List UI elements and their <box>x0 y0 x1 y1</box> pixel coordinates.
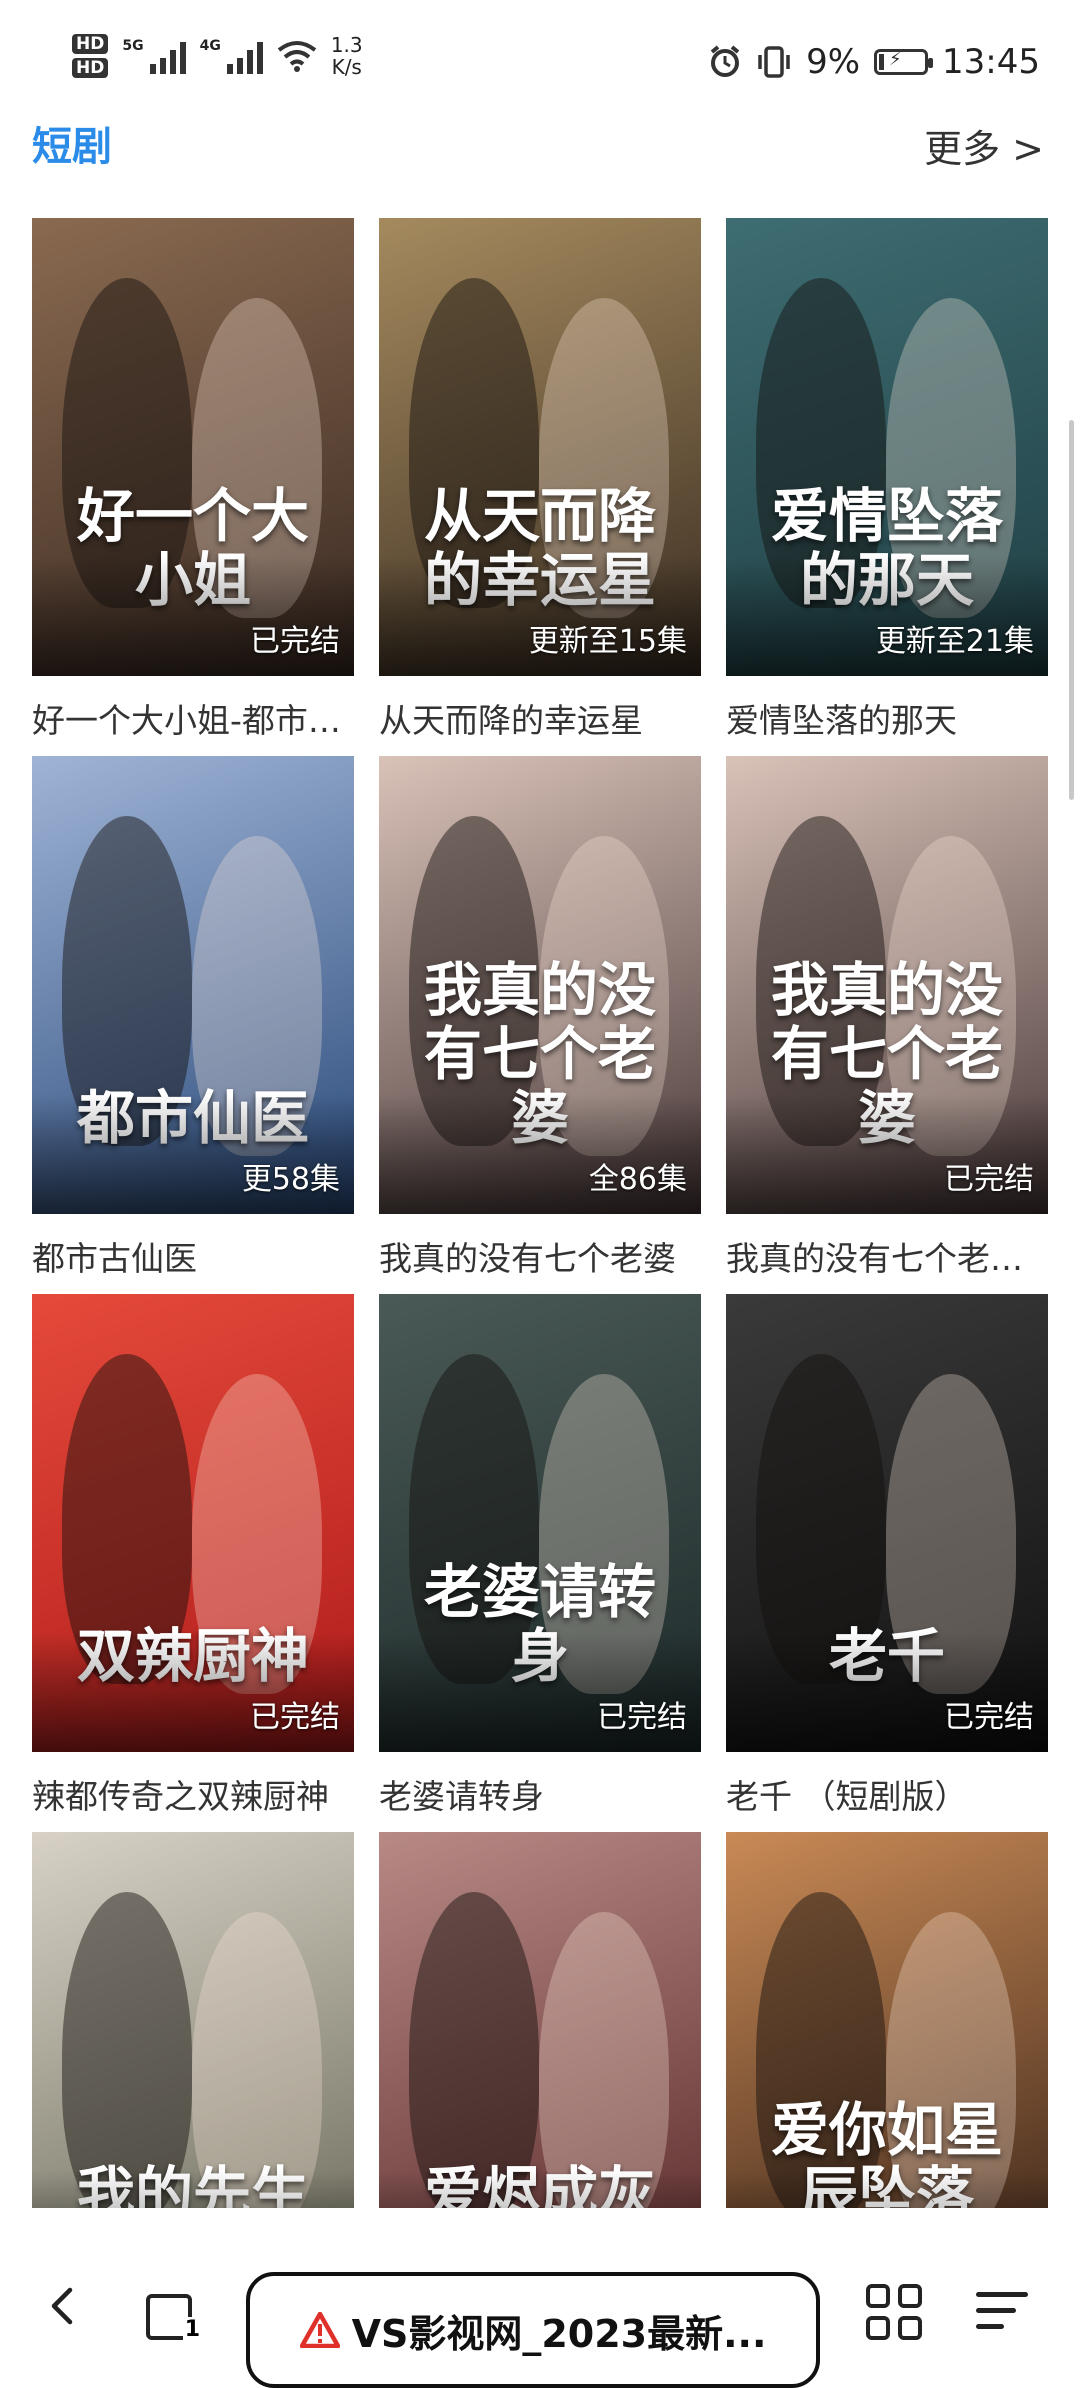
poster-image[interactable]: 双辣厨神 已完结 <box>32 1294 354 1752</box>
back-arrow-icon[interactable] <box>44 2286 84 2326</box>
episode-badge: 已完结 <box>597 1700 687 1735</box>
vibrate-icon <box>758 46 790 78</box>
net2-label: 4G <box>199 38 221 54</box>
drama-card[interactable]: 从天而降的幸运星 更新至15集 从天而降的幸运星 <box>379 218 701 756</box>
alarm-icon <box>710 45 740 77</box>
section-header: 短剧 更多 > <box>32 112 1044 182</box>
status-bar: HD HD 5G 4G 1.3 K/s 9% ⚡ 13:45 <box>0 0 1080 110</box>
signal-5g-icon: 5G <box>122 38 186 74</box>
speed-value: 1.3 <box>330 33 363 57</box>
drama-title[interactable]: 从天而降的幸运星 <box>379 694 701 742</box>
wifi-icon <box>277 41 317 72</box>
poster-image[interactable]: 我真的没有七个老婆 全86集 <box>379 756 701 1214</box>
episode-badge: 已完结 <box>250 624 340 659</box>
drama-card[interactable]: 都市仙医 更58集 都市古仙医 <box>32 756 354 1294</box>
browser-bottom-bar: 1 VS影视网_2023最新... <box>0 2208 1080 2388</box>
drama-card[interactable]: 老千 已完结 老千 （短剧版） <box>726 1294 1048 1832</box>
episode-badge: 全86集 <box>588 1162 687 1197</box>
hd-indicator: HD HD <box>72 32 109 80</box>
address-bar[interactable]: VS影视网_2023最新... <box>246 2272 820 2388</box>
hd2-label: HD <box>72 58 109 78</box>
poster-image[interactable]: 从天而降的幸运星 更新至15集 <box>379 218 701 676</box>
menu-icon[interactable] <box>976 2292 1028 2332</box>
poster-image[interactable]: 老婆请转身 已完结 <box>379 1294 701 1752</box>
drama-card[interactable]: 双辣厨神 已完结 辣都传奇之双辣厨神 <box>32 1294 354 1832</box>
poster-image[interactable]: 好一个大小姐 已完结 <box>32 218 354 676</box>
drama-title[interactable]: 辣都传奇之双辣厨神 <box>32 1770 354 1818</box>
scrollbar-thumb[interactable] <box>1069 420 1074 800</box>
drama-title[interactable]: 爱情坠落的那天 <box>726 694 1048 742</box>
drama-title[interactable]: 老婆请转身 <box>379 1770 701 1818</box>
network-speed: 1.3 K/s <box>331 34 363 78</box>
battery-percent: 9% <box>806 42 861 82</box>
poster-image[interactable]: 都市仙医 更58集 <box>32 756 354 1214</box>
drama-title[interactable]: 好一个大小姐-都市女强人 <box>32 694 354 742</box>
more-link[interactable]: 更多 > <box>924 118 1044 173</box>
poster-image[interactable]: 我真的没有七个老婆 已完结 <box>726 756 1048 1214</box>
drama-title[interactable]: 老千 （短剧版） <box>726 1770 1048 1818</box>
episode-badge: 已完结 <box>250 1700 340 1735</box>
status-left: HD HD 5G 4G 1.3 K/s <box>72 32 363 80</box>
episode-badge: 更新至15集 <box>528 624 687 659</box>
tabs-count: 1 <box>182 2317 202 2342</box>
drama-card[interactable]: 好一个大小姐 已完结 好一个大小姐-都市女强人 <box>32 218 354 756</box>
battery-icon: ⚡ <box>874 49 934 75</box>
status-right: 9% ⚡ 13:45 <box>708 42 1040 82</box>
episode-badge: 更新至21集 <box>875 624 1034 659</box>
drama-title[interactable]: 都市古仙医 <box>32 1232 354 1280</box>
tabs-button[interactable]: 1 <box>146 2288 202 2342</box>
drama-card[interactable]: 爱情坠落的那天 更新至21集 爱情坠落的那天 <box>726 218 1048 756</box>
speed-unit: K/s <box>331 55 362 79</box>
drama-card[interactable]: 我真的没有七个老婆 全86集 我真的没有七个老婆 <box>379 756 701 1294</box>
poster-image[interactable]: 老千 已完结 <box>726 1294 1048 1752</box>
drama-card[interactable]: 我真的没有七个老婆 已完结 我真的没有七个老婆（短剧版） <box>726 756 1048 1294</box>
drama-card[interactable]: 老婆请转身 已完结 老婆请转身 <box>379 1294 701 1832</box>
section-title: 短剧 <box>32 124 112 170</box>
drama-title[interactable]: 我真的没有七个老婆 <box>379 1232 701 1280</box>
apps-grid-icon[interactable] <box>866 2284 922 2340</box>
clock-time: 13:45 <box>942 42 1040 82</box>
net1-label: 5G <box>122 38 144 54</box>
drama-grid: 好一个大小姐 已完结 好一个大小姐-都市女强人 从天而降的幸运星 更新至15集 … <box>32 218 1052 2370</box>
episode-badge: 已完结 <box>944 1700 1034 1735</box>
hd1-label: HD <box>72 34 109 54</box>
poster-image[interactable]: 爱情坠落的那天 更新至21集 <box>726 218 1048 676</box>
page-title-url: VS影视网_2023最新... <box>351 2311 767 2356</box>
drama-title[interactable]: 我真的没有七个老婆（短剧版） <box>726 1232 1048 1280</box>
warning-icon <box>299 2312 340 2348</box>
episode-badge: 已完结 <box>944 1162 1034 1197</box>
episode-badge: 更58集 <box>241 1162 340 1197</box>
signal-4g-icon: 4G <box>200 38 263 74</box>
